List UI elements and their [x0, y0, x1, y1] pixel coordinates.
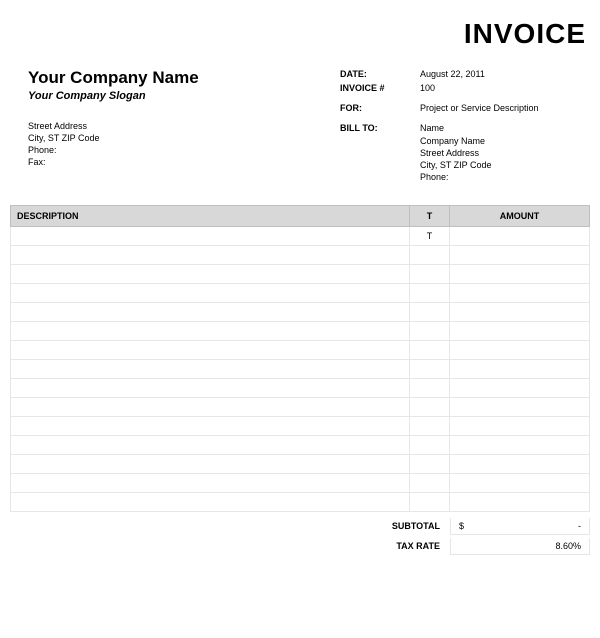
billto-block: Name Company Name Street Address City, S…: [420, 122, 590, 183]
invoice-number-value: 100: [420, 82, 590, 94]
col-header-description: DESCRIPTION: [11, 206, 410, 227]
table-row: [11, 493, 590, 512]
table-row: [11, 284, 590, 303]
billto-city: City, ST ZIP Code: [420, 159, 590, 171]
billto-street: Street Address: [420, 147, 590, 159]
tax-rate-value: 8.60%: [450, 538, 590, 555]
subtotal-value: -: [578, 521, 581, 531]
table-row: [11, 341, 590, 360]
header-block: Your Company Name Your Company Slogan St…: [10, 68, 590, 185]
billto-phone-label: Phone:: [420, 171, 590, 183]
table-row: [11, 360, 590, 379]
invoice-number-label: INVOICE #: [340, 82, 420, 94]
line-items-body: T: [11, 227, 590, 512]
date-label: DATE:: [340, 68, 420, 80]
invoice-title: INVOICE: [10, 18, 590, 50]
table-row: [11, 265, 590, 284]
table-row: [11, 417, 590, 436]
table-row: [11, 246, 590, 265]
billto-label: BILL TO:: [340, 122, 420, 183]
for-value: Project or Service Description: [420, 102, 590, 114]
billto-name: Name: [420, 122, 590, 134]
table-row: T: [11, 227, 590, 246]
company-street: Street Address: [28, 120, 320, 132]
subtotal-currency: $: [459, 521, 464, 531]
cell-t: T: [410, 227, 450, 246]
company-slogan: Your Company Slogan: [28, 90, 320, 102]
table-row: [11, 455, 590, 474]
billto-company: Company Name: [420, 135, 590, 147]
table-row: [11, 398, 590, 417]
subtotal-label: SUBTOTAL: [350, 521, 450, 531]
meta-block: DATE: August 22, 2011 INVOICE # 100 FOR:…: [340, 68, 590, 185]
table-row: [11, 436, 590, 455]
tax-rate-label: TAX RATE: [350, 541, 450, 551]
subtotal-cell: $ -: [450, 518, 590, 535]
company-address: Street Address City, ST ZIP Code Phone: …: [28, 120, 320, 169]
date-value: August 22, 2011: [420, 68, 590, 80]
for-label: FOR:: [340, 102, 420, 114]
company-name: Your Company Name: [28, 68, 320, 88]
table-row: [11, 322, 590, 341]
table-row: [11, 474, 590, 493]
company-phone-label: Phone:: [28, 144, 320, 156]
col-header-t: T: [410, 206, 450, 227]
col-header-amount: AMOUNT: [450, 206, 590, 227]
table-row: [11, 379, 590, 398]
table-row: [11, 303, 590, 322]
totals-block: SUBTOTAL $ - TAX RATE 8.60%: [10, 516, 590, 556]
company-city: City, ST ZIP Code: [28, 132, 320, 144]
line-items-table: DESCRIPTION T AMOUNT T: [10, 205, 590, 512]
company-block: Your Company Name Your Company Slogan St…: [10, 68, 320, 185]
company-fax-label: Fax:: [28, 156, 320, 168]
